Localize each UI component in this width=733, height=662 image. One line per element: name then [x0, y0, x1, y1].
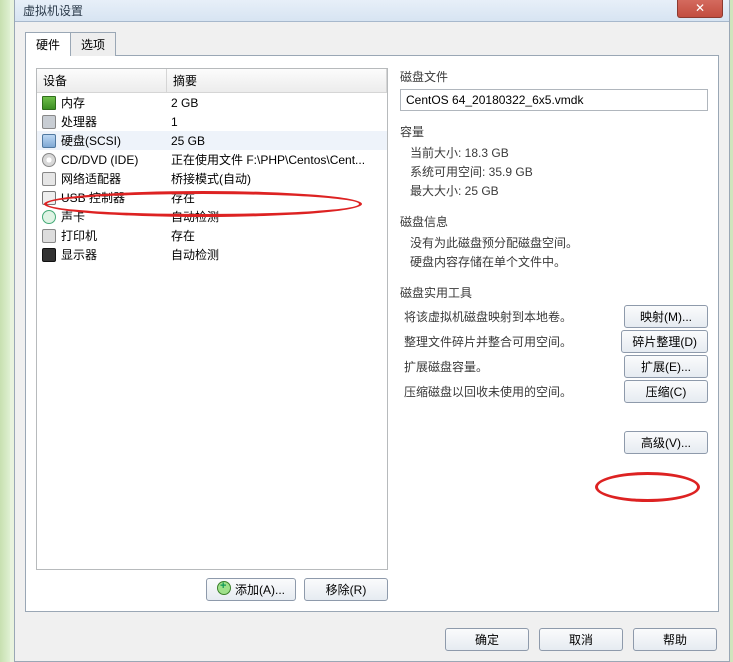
col-header-device[interactable]: 设备 — [37, 69, 167, 92]
group-title-disk-info: 磁盘信息 — [400, 213, 708, 230]
group-title-disk-file: 磁盘文件 — [400, 68, 708, 85]
add-icon — [217, 581, 231, 595]
group-disk-file: 磁盘文件 — [400, 68, 708, 111]
group-capacity: 容量 当前大小: 18.3 GB 系统可用空间: 35.9 GB 最大大小: 2… — [400, 123, 708, 201]
expand-button[interactable]: 扩展(E)... — [624, 355, 708, 378]
device-summary-cell: 正在使用文件 F:\PHP\Centos\Cent... — [171, 151, 387, 168]
device-list[interactable]: 设备 摘要 内存2 GB处理器1硬盘(SCSI)25 GBCD/DVD (IDE… — [36, 68, 388, 570]
annotation-ellipse-button — [595, 472, 700, 502]
dialog-footer: 确定 取消 帮助 — [15, 620, 729, 661]
device-icon — [41, 133, 57, 149]
device-icon — [41, 114, 57, 130]
tab-panel-hardware: 设备 摘要 内存2 GB处理器1硬盘(SCSI)25 GBCD/DVD (IDE… — [25, 55, 719, 612]
device-icon — [41, 171, 57, 187]
device-icon — [41, 190, 57, 206]
cancel-button[interactable]: 取消 — [539, 628, 623, 651]
device-summary-cell: 1 — [171, 115, 387, 129]
tool-row-expand: 扩展磁盘容量。 扩展(E)... — [404, 355, 708, 378]
device-name-cell: 硬盘(SCSI) — [61, 132, 171, 149]
device-name-cell: 打印机 — [61, 227, 171, 244]
tabs: 硬件 选项 — [25, 32, 719, 56]
device-summary-cell: 25 GB — [171, 134, 387, 148]
device-summary-cell: 自动检测 — [171, 208, 387, 225]
tool-row-compact: 压缩磁盘以回收未使用的空间。 压缩(C) — [404, 380, 708, 403]
device-summary-cell: 桥接模式(自动) — [171, 170, 387, 187]
close-icon: ✕ — [695, 1, 705, 15]
advanced-row: 高级(V)... — [400, 431, 708, 454]
group-title-disk-tools: 磁盘实用工具 — [400, 284, 708, 301]
device-summary-cell: 存在 — [171, 227, 387, 244]
device-summary-cell: 存在 — [171, 189, 387, 206]
dialog-body: 硬件 选项 设备 摘要 内存2 GB处理器1硬盘(SCSI)25 GBCD/DV… — [15, 22, 729, 620]
defrag-button[interactable]: 碎片整理(D) — [621, 330, 708, 353]
device-row[interactable]: 内存2 GB — [37, 93, 387, 112]
device-row[interactable]: 硬盘(SCSI)25 GB — [37, 131, 387, 150]
window-title: 虚拟机设置 — [23, 2, 83, 19]
device-name-cell: 网络适配器 — [61, 170, 171, 187]
device-row[interactable]: 打印机存在 — [37, 226, 387, 245]
device-icon — [41, 247, 57, 263]
help-button[interactable]: 帮助 — [633, 628, 717, 651]
device-row[interactable]: 网络适配器桥接模式(自动) — [37, 169, 387, 188]
disk-info-line1: 没有为此磁盘预分配磁盘空间。 — [410, 234, 708, 251]
tab-hardware[interactable]: 硬件 — [25, 32, 71, 56]
device-row[interactable]: 处理器1 — [37, 112, 387, 131]
tool-desc-map: 将该虚拟机磁盘映射到本地卷。 — [404, 308, 624, 325]
advanced-button[interactable]: 高级(V)... — [624, 431, 708, 454]
tool-desc-defrag: 整理文件碎片并整合可用空间。 — [404, 333, 621, 350]
device-icon — [41, 209, 57, 225]
disk-info-line2: 硬盘内容存储在单个文件中。 — [410, 253, 708, 270]
capacity-sysfree: 系统可用空间: 35.9 GB — [410, 163, 708, 180]
group-disk-tools: 磁盘实用工具 将该虚拟机磁盘映射到本地卷。 映射(M)... 整理文件碎片并整合… — [400, 284, 708, 405]
left-pane: 设备 摘要 内存2 GB处理器1硬盘(SCSI)25 GBCD/DVD (IDE… — [36, 68, 388, 601]
group-title-capacity: 容量 — [400, 123, 708, 140]
tool-desc-expand: 扩展磁盘容量。 — [404, 358, 624, 375]
device-name-cell: 显示器 — [61, 246, 171, 263]
device-icon — [41, 95, 57, 111]
tool-row-map: 将该虚拟机磁盘映射到本地卷。 映射(M)... — [404, 305, 708, 328]
device-row[interactable]: 声卡自动检测 — [37, 207, 387, 226]
titlebar: 虚拟机设置 ✕ — [15, 0, 729, 22]
device-row[interactable]: 显示器自动检测 — [37, 245, 387, 264]
device-summary-cell: 2 GB — [171, 96, 387, 110]
disk-file-input[interactable] — [400, 89, 708, 111]
list-header: 设备 摘要 — [37, 69, 387, 93]
device-name-cell: 声卡 — [61, 208, 171, 225]
device-row[interactable]: USB 控制器存在 — [37, 188, 387, 207]
group-disk-info: 磁盘信息 没有为此磁盘预分配磁盘空间。 硬盘内容存储在单个文件中。 — [400, 213, 708, 272]
ok-button[interactable]: 确定 — [445, 628, 529, 651]
tool-desc-compact: 压缩磁盘以回收未使用的空间。 — [404, 383, 624, 400]
add-device-label: 添加(A)... — [235, 581, 285, 598]
compact-button[interactable]: 压缩(C) — [624, 380, 708, 403]
device-name-cell: CD/DVD (IDE) — [61, 153, 171, 167]
map-button[interactable]: 映射(M)... — [624, 305, 708, 328]
right-pane: 磁盘文件 容量 当前大小: 18.3 GB 系统可用空间: 35.9 GB 最大… — [400, 68, 708, 601]
vm-settings-window: 虚拟机设置 ✕ 硬件 选项 设备 摘要 内存2 GB处理器1硬盘(SCSI)25… — [14, 0, 730, 662]
left-buttons: 添加(A)... 移除(R) — [36, 578, 388, 601]
device-name-cell: 内存 — [61, 94, 171, 111]
tab-options[interactable]: 选项 — [70, 32, 116, 56]
device-summary-cell: 自动检测 — [171, 246, 387, 263]
close-button[interactable]: ✕ — [677, 0, 723, 18]
add-device-button[interactable]: 添加(A)... — [206, 578, 296, 601]
device-name-cell: 处理器 — [61, 113, 171, 130]
device-icon — [41, 152, 57, 168]
col-header-summary[interactable]: 摘要 — [167, 69, 387, 92]
capacity-max: 最大大小: 25 GB — [410, 182, 708, 199]
device-icon — [41, 228, 57, 244]
capacity-current: 当前大小: 18.3 GB — [410, 144, 708, 161]
device-row[interactable]: CD/DVD (IDE)正在使用文件 F:\PHP\Centos\Cent... — [37, 150, 387, 169]
device-name-cell: USB 控制器 — [61, 189, 171, 206]
remove-device-button[interactable]: 移除(R) — [304, 578, 388, 601]
tool-row-defrag: 整理文件碎片并整合可用空间。 碎片整理(D) — [404, 330, 708, 353]
